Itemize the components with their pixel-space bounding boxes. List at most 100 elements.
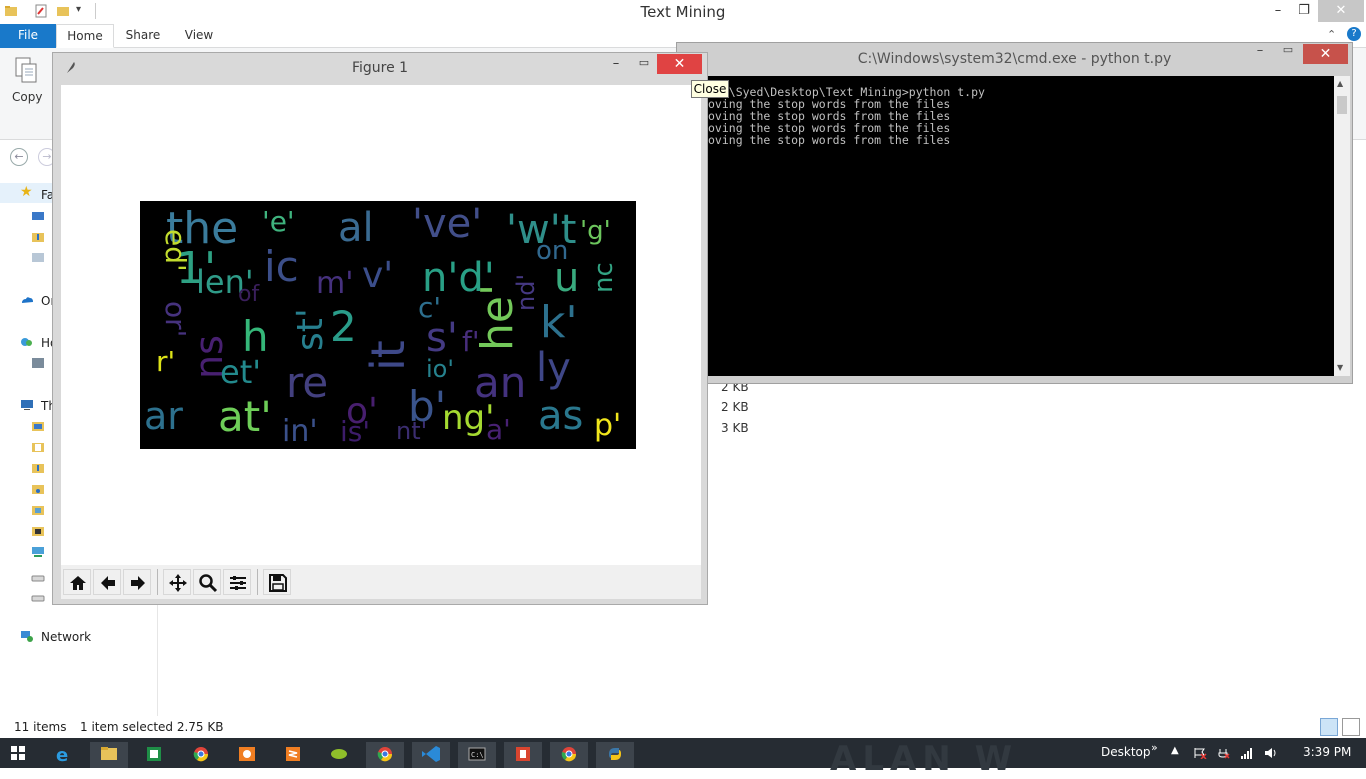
taskbar-chrome-icon[interactable] [550,742,588,768]
wordcloud-image: the'e' al've''w't'g'1'len' ic m' v' n'd'onued… [140,201,636,449]
help-icon[interactable]: ? [1347,27,1361,41]
user-photo-icon[interactable] [31,357,45,369]
back-button[interactable] [93,569,121,595]
sliders-icon [230,576,246,590]
file-size-cell: 2 KB [721,400,749,414]
taskbar-excel-icon[interactable] [135,742,173,768]
taskbar-app-icon[interactable] [504,742,542,768]
taskbar-explorer-icon[interactable] [90,742,128,768]
taskbar-app-icon[interactable] [320,742,358,768]
zoom-button[interactable] [193,569,221,595]
pan-button[interactable] [163,569,191,595]
wordcloud-word: he' [472,284,523,351]
desktop-toolbar-label[interactable]: Desktop [1101,745,1151,759]
network-share-icon[interactable] [31,546,45,558]
details-view-icon[interactable] [1320,718,1338,736]
wordcloud-word: it [361,340,415,371]
wordcloud-word: a' [486,413,511,446]
wordcloud-word: p' [594,408,621,443]
wordcloud-word: 'e' [262,205,295,238]
scrollbar-thumb[interactable] [1337,96,1347,114]
pictures-folder-icon[interactable] [31,504,45,516]
right-arrow-icon [131,576,145,590]
tab-view[interactable]: View [174,24,224,48]
figure-minimize-button[interactable]: – [609,56,623,72]
network-icon [21,631,33,642]
wordcloud-word: of [238,282,260,307]
console-scrollbar[interactable]: ▲ ▼ [1334,76,1350,376]
svg-text:C:\: C:\ [471,751,484,759]
console-output[interactable]: ers\Syed\Desktop\Text Mining>python t.py… [708,76,1334,376]
tab-home[interactable]: Home [56,24,114,48]
home-button[interactable] [63,569,91,595]
wordcloud-word: in' [282,414,318,449]
copy-button-label[interactable]: Copy [12,90,42,104]
wordcloud-word: at' [218,392,272,441]
wordcloud-word: v' [362,255,393,296]
start-windows-icon[interactable] [11,746,25,760]
desktop-toolbar-chevron-icon[interactable]: » [1151,741,1158,754]
network-signal-icon[interactable] [1240,747,1254,759]
figure-maximize-button[interactable]: ▭ [637,56,651,72]
recent-places-icon[interactable] [31,251,45,263]
cmd-maximize-button[interactable]: ▭ [1275,43,1301,63]
configure-subplots-button[interactable] [223,569,251,595]
file-size-cell: 3 KB [721,421,749,435]
action-center-flag-icon[interactable] [1193,747,1207,759]
scroll-up-icon[interactable]: ▲ [1337,79,1343,88]
floppy-disk-icon [269,574,287,592]
item-count: 11 items [14,720,67,734]
wordcloud-word: as [538,393,583,439]
taskbar-python-icon[interactable] [596,742,634,768]
videos-folder-icon[interactable] [31,525,45,537]
console-text: ers\Syed\Desktop\Text Mining>python t.py… [708,86,985,146]
window-title: Text Mining [640,3,726,21]
taskbar-vscode-icon[interactable] [412,742,450,768]
drive-icon[interactable] [31,572,45,584]
documents-folder-icon[interactable] [31,441,45,453]
downloads-folder-icon[interactable] [31,462,45,474]
figure-canvas[interactable]: the'e' al've''w't'g' 1' len' ic m' v' n'd' on u ed… [61,85,701,565]
close-button[interactable]: ✕ [1318,0,1364,22]
drive-icon[interactable] [31,592,45,604]
taskbar-chrome-icon[interactable] [182,742,220,768]
taskbar-chrome-icon[interactable] [366,742,404,768]
figure-titlebar[interactable]: Figure 1 – ▭ ✕ [53,53,707,83]
wordcloud-word: o' [346,391,378,432]
scroll-down-icon[interactable]: ▼ [1337,363,1343,372]
folder-icon[interactable] [31,420,45,432]
close-tooltip: Close [691,80,729,98]
save-figure-button[interactable] [263,569,291,595]
figure-close-button[interactable]: ✕ [657,54,702,74]
show-hidden-icons-icon[interactable]: ▲ [1171,745,1179,756]
tab-share[interactable]: Share [118,24,168,48]
forward-button[interactable] [123,569,151,595]
taskbar-app-icon[interactable] [228,742,266,768]
back-arrow-icon[interactable]: ← [10,148,28,166]
power-plug-icon[interactable] [1216,747,1230,759]
wordcloud-word: nc [589,262,619,293]
nav-network[interactable]: Network [41,630,91,644]
cmd-titlebar[interactable]: C:\Windows\system32\cmd.exe - python t.p… [677,43,1352,75]
desktop-icon[interactable] [31,211,45,223]
copy-icon[interactable] [14,56,38,84]
homegroup-icon [21,338,32,346]
cmd-close-button[interactable]: ✕ [1303,44,1348,64]
taskbar-clock[interactable]: 3:39 PM [1303,745,1351,759]
taskbar-sublime-icon[interactable] [274,742,312,768]
wordcloud-word: r' [156,345,175,378]
magnifier-icon [199,574,218,593]
taskbar-ie-icon[interactable]: e [44,742,82,768]
taskbar-cmd-icon[interactable]: C:\ [458,742,496,768]
wordcloud-word: 'g' [580,216,611,246]
restore-button[interactable]: ❐ [1289,0,1319,22]
music-folder-icon[interactable] [31,483,45,495]
wordcloud-word: b' [408,382,446,431]
volume-icon[interactable] [1264,747,1278,759]
cmd-minimize-button[interactable]: – [1247,43,1273,63]
tab-file[interactable]: File [0,24,56,48]
downloads-icon[interactable] [31,231,45,243]
large-icons-view-icon[interactable] [1342,718,1360,736]
toolbar-separator [157,569,158,595]
ribbon-collapse-icon[interactable]: ⌃ [1327,28,1336,41]
